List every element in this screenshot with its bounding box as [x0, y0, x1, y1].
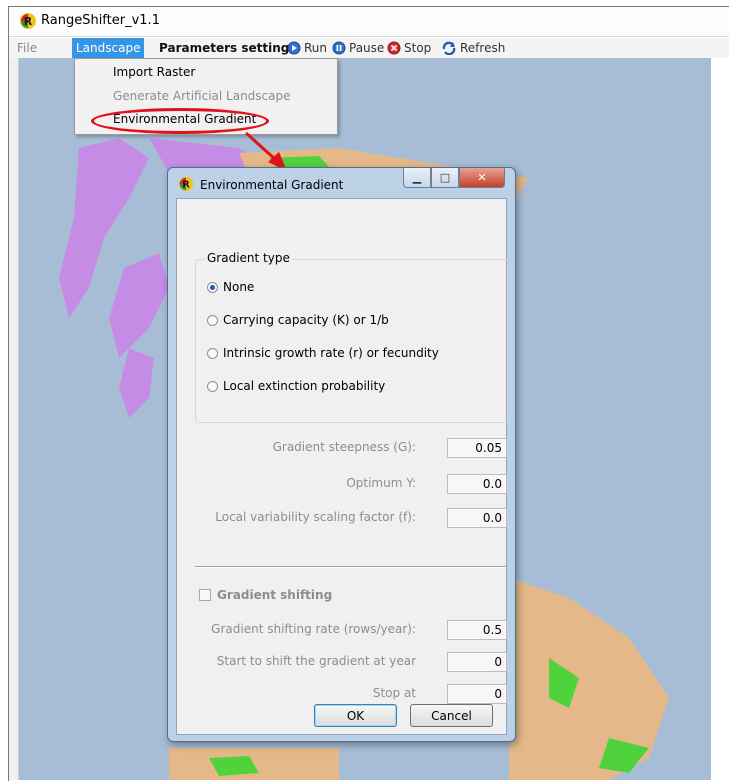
variability-factor-label: Local variability scaling factor (f): [215, 510, 416, 524]
maximize-button[interactable]: □ [431, 168, 459, 188]
window-title: RangeShifter_v1.1 [41, 13, 160, 28]
run-button[interactable]: Run [287, 38, 327, 58]
menu-item-import-raster[interactable]: Import Raster [113, 65, 195, 79]
radio-label-extinction-probability: Local extinction probability [223, 379, 386, 393]
radio-carrying-capacity[interactable]: Carrying capacity (K) or 1/b [207, 313, 389, 327]
shift-start-year-label: Start to shift the gradient at year [216, 654, 416, 668]
close-button[interactable]: ✕ [459, 168, 505, 188]
dialog-body: Gradient type None Carrying capacity (K)… [176, 198, 508, 735]
svg-text:R: R [182, 180, 190, 191]
shift-stop-label: Stop at [372, 686, 416, 700]
gradient-shifting-checkbox[interactable] [199, 589, 211, 601]
gradient-shifting-label: Gradient shifting [217, 588, 333, 602]
pause-icon [332, 41, 346, 55]
pause-label: Pause [349, 41, 385, 55]
map-right-gutter [711, 58, 729, 780]
pause-button[interactable]: Pause [332, 38, 384, 58]
gradient-steepness-field[interactable]: 0.05 [447, 438, 507, 458]
refresh-button[interactable]: Refresh [441, 38, 505, 58]
shifting-rate-label: Gradient shifting rate (rows/year): [211, 622, 416, 636]
radio-button[interactable] [207, 347, 218, 359]
menu-parameters-setting[interactable]: Parameters setting [159, 38, 289, 58]
run-icon [287, 41, 301, 55]
menubar: File Landscape Parameters setting Run Pa… [9, 38, 729, 58]
radio-label-growth-rate: Intrinsic growth rate (r) or fecundity [223, 346, 439, 360]
radio-label-none: None [223, 280, 255, 294]
svg-text:R: R [24, 15, 33, 28]
minimize-icon: ▁ [412, 171, 422, 184]
radio-button[interactable] [207, 380, 218, 392]
radio-extinction-probability[interactable]: Local extinction probability [207, 379, 385, 393]
ok-button[interactable]: OK [314, 704, 397, 727]
gradient-type-label: Gradient type [205, 251, 292, 265]
rangeshifter-logo-icon: R [20, 13, 36, 29]
menu-file[interactable]: File [17, 38, 37, 58]
map-left-gutter [9, 58, 19, 780]
shifting-rate-field[interactable]: 0.5 [447, 620, 507, 640]
stop-label: Stop [404, 41, 432, 55]
environmental-gradient-dialog: R Environmental Gradient ▁ □ ✕ Gradient … [167, 167, 516, 742]
optimum-y-field[interactable]: 0.0 [447, 474, 507, 494]
stop-icon [387, 41, 401, 55]
annotation-ellipse [91, 108, 269, 134]
refresh-label: Refresh [460, 41, 506, 55]
run-label: Run [304, 41, 328, 55]
menu-landscape[interactable]: Landscape [72, 38, 145, 58]
variability-factor-field[interactable]: 0.0 [447, 508, 507, 528]
stop-button[interactable]: Stop [387, 38, 431, 58]
window-controls: ▁ □ ✕ [403, 168, 505, 190]
shift-stop-field[interactable]: 0 [447, 684, 507, 704]
radio-button-checked[interactable] [207, 281, 218, 293]
minimize-button[interactable]: ▁ [403, 168, 431, 188]
cancel-button[interactable]: Cancel [410, 704, 493, 727]
shift-start-year-field[interactable]: 0 [447, 652, 507, 672]
refresh-icon [442, 41, 456, 55]
gradient-shifting-checkbox-row[interactable]: Gradient shifting [199, 588, 332, 602]
radio-label-carrying-capacity: Carrying capacity (K) or 1/b [223, 313, 389, 327]
menu-item-generate-artificial-landscape: Generate Artificial Landscape [113, 89, 291, 103]
radio-none[interactable]: None [207, 280, 254, 294]
radio-growth-rate[interactable]: Intrinsic growth rate (r) or fecundity [207, 346, 439, 360]
dialog-title: Environmental Gradient [200, 178, 344, 192]
rangeshifter-logo-icon: R [178, 176, 194, 192]
gradient-steepness-label: Gradient steepness (G): [272, 440, 416, 454]
maximize-icon: □ [439, 171, 451, 184]
dialog-titlebar[interactable]: R Environmental Gradient ▁ □ ✕ [168, 168, 515, 198]
close-icon: ✕ [477, 171, 487, 184]
app-titlebar: R RangeShifter_v1.1 [9, 7, 729, 37]
optimum-y-label: Optimum Y: [346, 476, 416, 490]
divider [195, 566, 506, 568]
radio-button[interactable] [207, 314, 218, 326]
